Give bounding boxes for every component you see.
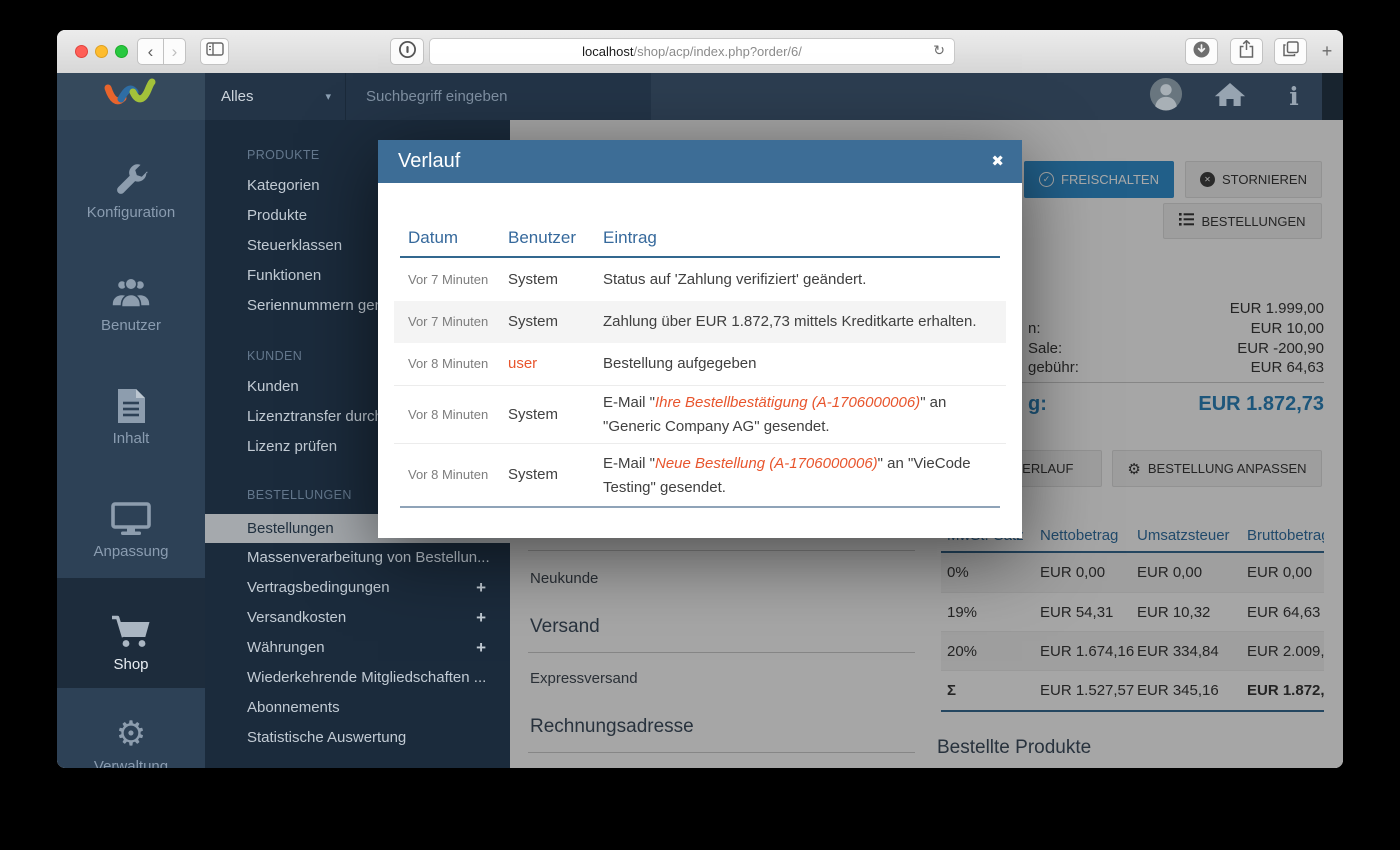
url-host: localhost — [582, 44, 633, 59]
home-button[interactable] — [1209, 73, 1251, 120]
acp-navbar: Alles ▾ i — [57, 73, 1343, 120]
sidebar-item-inhalt[interactable]: Inhalt — [57, 360, 205, 473]
screen: ‹ › localhost/shop/acp/index.php?order/6… — [0, 0, 1400, 850]
menu-section-title: KUNDEN — [247, 349, 302, 367]
url-bar[interactable]: localhost/shop/acp/index.php?order/6/ ↻ — [429, 38, 955, 65]
sidebar-item-label: Konfiguration — [57, 204, 205, 221]
acp-search — [345, 73, 651, 120]
menu-section-title: BESTELLUNGEN — [247, 488, 352, 506]
avatar — [1149, 77, 1183, 116]
info-icon: i — [1289, 82, 1299, 111]
sidebar-item-label: Anpassung — [57, 543, 205, 560]
back-icon: ‹ — [148, 42, 154, 62]
sidebar-toggle-icon — [206, 42, 224, 61]
users-icon — [57, 273, 205, 313]
history-col-benutzer: Benutzer — [508, 223, 576, 253]
menu-item-versandkosten[interactable]: Versandkosten+ — [205, 603, 510, 633]
navbar-edge — [1322, 73, 1343, 120]
email-link[interactable]: Neue Bestellung (A-1706000006) — [655, 455, 878, 472]
url-path: /shop/acp/index.php?order/6/ — [633, 44, 801, 59]
search-scope-value: Alles — [221, 88, 254, 105]
sidebar-item-label: Shop — [57, 656, 205, 673]
menu-item-statistische-auswertung[interactable]: Statistische Auswertung — [205, 723, 510, 753]
plus-icon[interactable]: + — [476, 633, 486, 663]
search-input[interactable] — [346, 73, 651, 120]
sidebar-item-konfiguration[interactable]: Konfiguration — [57, 134, 205, 247]
email-link[interactable]: Ihre Bestellbestätigung (A-1706000006) — [655, 394, 920, 411]
back-button[interactable]: ‹ — [137, 38, 164, 65]
home-icon — [1214, 81, 1246, 113]
history-col-eintrag: Eintrag — [603, 223, 657, 253]
plus-icon[interactable]: + — [476, 603, 486, 633]
sidebar-item-verwaltung[interactable]: ⚙ Verwaltung — [57, 688, 205, 768]
history-bottom-rule — [400, 506, 1000, 508]
user-link[interactable]: user — [508, 343, 537, 385]
menu-item-waehrungen[interactable]: Währungen+ — [205, 633, 510, 663]
sidebar-item-label: Inhalt — [57, 430, 205, 447]
minimize-window-button[interactable] — [95, 45, 108, 58]
history-row: Vor 8 Minuten System E-Mail "Ihre Bestel… — [394, 385, 1006, 444]
cart-icon — [57, 612, 205, 652]
forward-button[interactable]: › — [163, 38, 186, 65]
new-tab-button[interactable]: + — [1315, 38, 1339, 65]
history-row: Vor 8 Minuten user Bestellung aufgegeben — [394, 343, 1006, 385]
wrench-icon — [57, 160, 205, 200]
plus-icon: + — [1322, 41, 1333, 62]
dialog-header: Verlauf ✖ — [378, 140, 1022, 183]
menu-item-massenverarbeitung[interactable]: Massenverarbeitung von Bestellun... — [205, 543, 510, 573]
password-extension-button[interactable] — [390, 38, 424, 65]
share-button[interactable] — [1230, 38, 1263, 65]
user-menu-button[interactable] — [1145, 73, 1187, 120]
info-button[interactable]: i — [1273, 73, 1315, 120]
main-sidebar: Konfiguration Benutzer Inhalt — [57, 120, 205, 768]
chevron-down-icon: ▾ — [325, 90, 331, 103]
close-window-button[interactable] — [75, 45, 88, 58]
sidebar-toggle-button[interactable] — [200, 38, 229, 65]
verlauf-dialog: Verlauf ✖ Datum Benutzer Eintrag Vor 7 M… — [378, 140, 1022, 538]
monitor-icon — [57, 499, 205, 539]
history-row: Vor 7 Minuten System Status auf 'Zahlung… — [394, 259, 1006, 301]
history-col-datum: Datum — [408, 223, 458, 253]
history-row: Vor 7 Minuten System Zahlung über EUR 1.… — [394, 301, 1006, 343]
tabs-icon — [1283, 41, 1299, 62]
forward-icon: › — [172, 42, 178, 62]
sidebar-item-label: Benutzer — [57, 317, 205, 334]
tab-overview-button[interactable] — [1274, 38, 1307, 65]
reload-icon[interactable]: ↻ — [933, 43, 945, 59]
woltlab-logo-icon — [102, 76, 160, 117]
acp-logo[interactable] — [57, 73, 205, 120]
close-icon[interactable]: ✖ — [991, 140, 1004, 183]
sidebar-item-label: Verwaltung — [57, 758, 205, 768]
gear-icon: ⚙ — [57, 714, 205, 754]
menu-item-vertragsbedingungen[interactable]: Vertragsbedingungen+ — [205, 573, 510, 603]
menu-section-title: PRODUKTE — [247, 148, 320, 166]
share-icon — [1239, 40, 1254, 63]
sidebar-item-shop[interactable]: Shop — [57, 586, 205, 699]
one-password-icon — [398, 40, 417, 64]
menu-item-wiederkehrende[interactable]: Wiederkehrende Mitgliedschaften ... — [205, 663, 510, 693]
download-icon — [1193, 41, 1210, 63]
menu-item-abonnements[interactable]: Abonnements — [205, 693, 510, 723]
history-header-rule — [400, 256, 1000, 258]
search-scope-dropdown[interactable]: Alles ▾ — [205, 73, 345, 120]
dialog-title: Verlauf — [398, 140, 460, 183]
downloads-button[interactable] — [1185, 38, 1218, 65]
history-row: Vor 8 Minuten System E-Mail "Neue Bestel… — [394, 443, 1006, 507]
zoom-window-button[interactable] — [115, 45, 128, 58]
sidebar-item-anpassung[interactable]: Anpassung — [57, 473, 205, 586]
document-icon — [57, 386, 205, 426]
browser-titlebar: ‹ › localhost/shop/acp/index.php?order/6… — [57, 30, 1343, 74]
plus-icon[interactable]: + — [476, 573, 486, 603]
sidebar-item-benutzer[interactable]: Benutzer — [57, 247, 205, 360]
